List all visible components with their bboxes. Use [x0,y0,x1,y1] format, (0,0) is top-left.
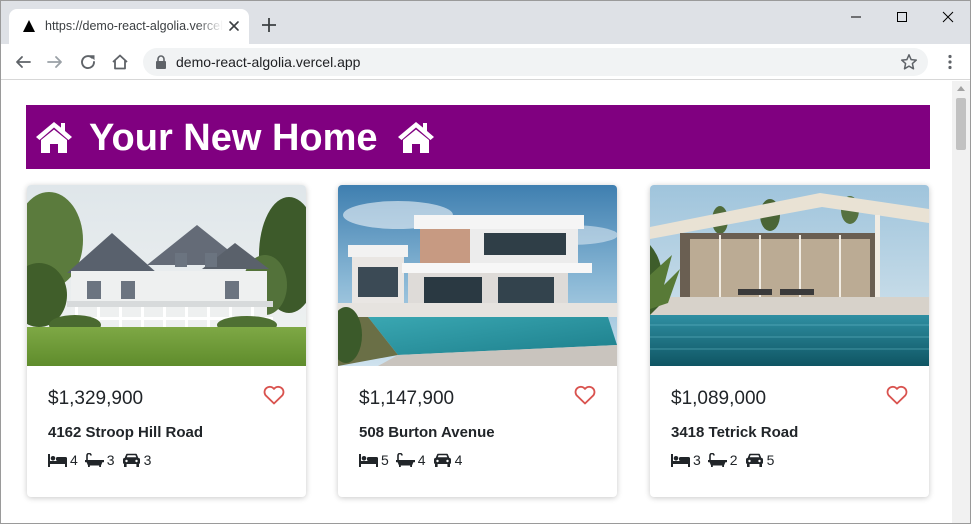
back-arrow-icon[interactable] [14,53,32,71]
listing-card[interactable]: $1,089,000 3418 Tetrick Road 3 2 5 [650,185,929,497]
forward-arrow-icon[interactable] [46,53,64,71]
bed-icon [359,454,378,467]
vertical-scrollbar[interactable] [952,81,970,523]
house-icon [36,122,72,153]
bed-icon [48,454,67,467]
listing-features: 3 2 5 [671,451,781,469]
bed-icon [671,454,690,467]
car-icon [433,453,451,467]
close-icon[interactable] [227,19,241,33]
scroll-up-arrow-icon[interactable] [957,86,965,91]
bath-icon [707,453,727,467]
listing-address: 508 Burton Avenue [359,424,495,441]
browser-toolbar: demo-react-algolia.vercel.app [1,44,970,80]
bed-count: 3 [693,452,701,468]
bath-count: 4 [417,452,426,468]
maximize-icon[interactable] [887,7,917,27]
bath-count: 2 [729,452,738,468]
tab-title: https://demo-react-algolia.vercel.app [45,19,223,33]
lock-icon[interactable] [155,55,167,69]
bath-count: 3 [106,452,115,468]
url-text[interactable]: demo-react-algolia.vercel.app [176,54,360,70]
minimize-icon[interactable] [841,7,871,27]
reload-icon[interactable] [79,53,97,71]
garage-count: 3 [143,452,152,468]
listing-address: 4162 Stroop Hill Road [48,424,204,441]
header-banner: Your New Home [26,105,930,169]
listing-photo [338,185,617,366]
page-title: Your New Home [89,117,378,159]
listing-photo [650,185,929,366]
listing-card[interactable]: $1,329,900 4162 Stroop Hill Road 4 3 3 [27,185,306,497]
listing-card[interactable]: $1,147,900 508 Burton Avenue 5 4 4 [338,185,617,497]
heart-icon[interactable] [886,385,908,405]
listing-photo [27,185,306,366]
kebab-menu-icon[interactable] [941,53,959,71]
house-icon [398,122,434,153]
bath-icon [395,453,415,467]
scrollbar-thumb[interactable] [956,98,966,150]
listing-features: 4 3 3 [48,451,158,469]
address-bar[interactable]: demo-react-algolia.vercel.app [143,48,928,76]
page-viewport: Your New Home $1,329,900 4162 Stroop Hil… [1,81,970,523]
garage-count: 5 [766,452,775,468]
listing-address: 3418 Tetrick Road [671,424,799,441]
browser-tab[interactable]: https://demo-react-algolia.vercel.app [9,9,249,44]
listing-features: 5 4 4 [359,451,469,469]
bed-count: 4 [70,452,78,468]
heart-icon[interactable] [574,385,596,405]
window-close-icon[interactable] [933,7,963,27]
car-icon [745,453,763,467]
home-icon[interactable] [111,53,129,71]
tab-favicon-icon [23,20,35,32]
car-icon [122,453,140,467]
star-icon[interactable] [900,53,918,71]
plus-icon[interactable] [261,17,277,33]
garage-count: 4 [454,452,463,468]
listing-price: $1,329,900 [48,388,144,409]
bath-icon [84,453,104,467]
browser-window: https://demo-react-algolia.vercel.app de… [0,0,971,524]
tab-strip: https://demo-react-algolia.vercel.app [1,1,970,44]
listing-price: $1,089,000 [671,388,767,409]
listing-price: $1,147,900 [359,388,455,409]
heart-icon[interactable] [263,385,285,405]
bed-count: 5 [381,452,389,468]
